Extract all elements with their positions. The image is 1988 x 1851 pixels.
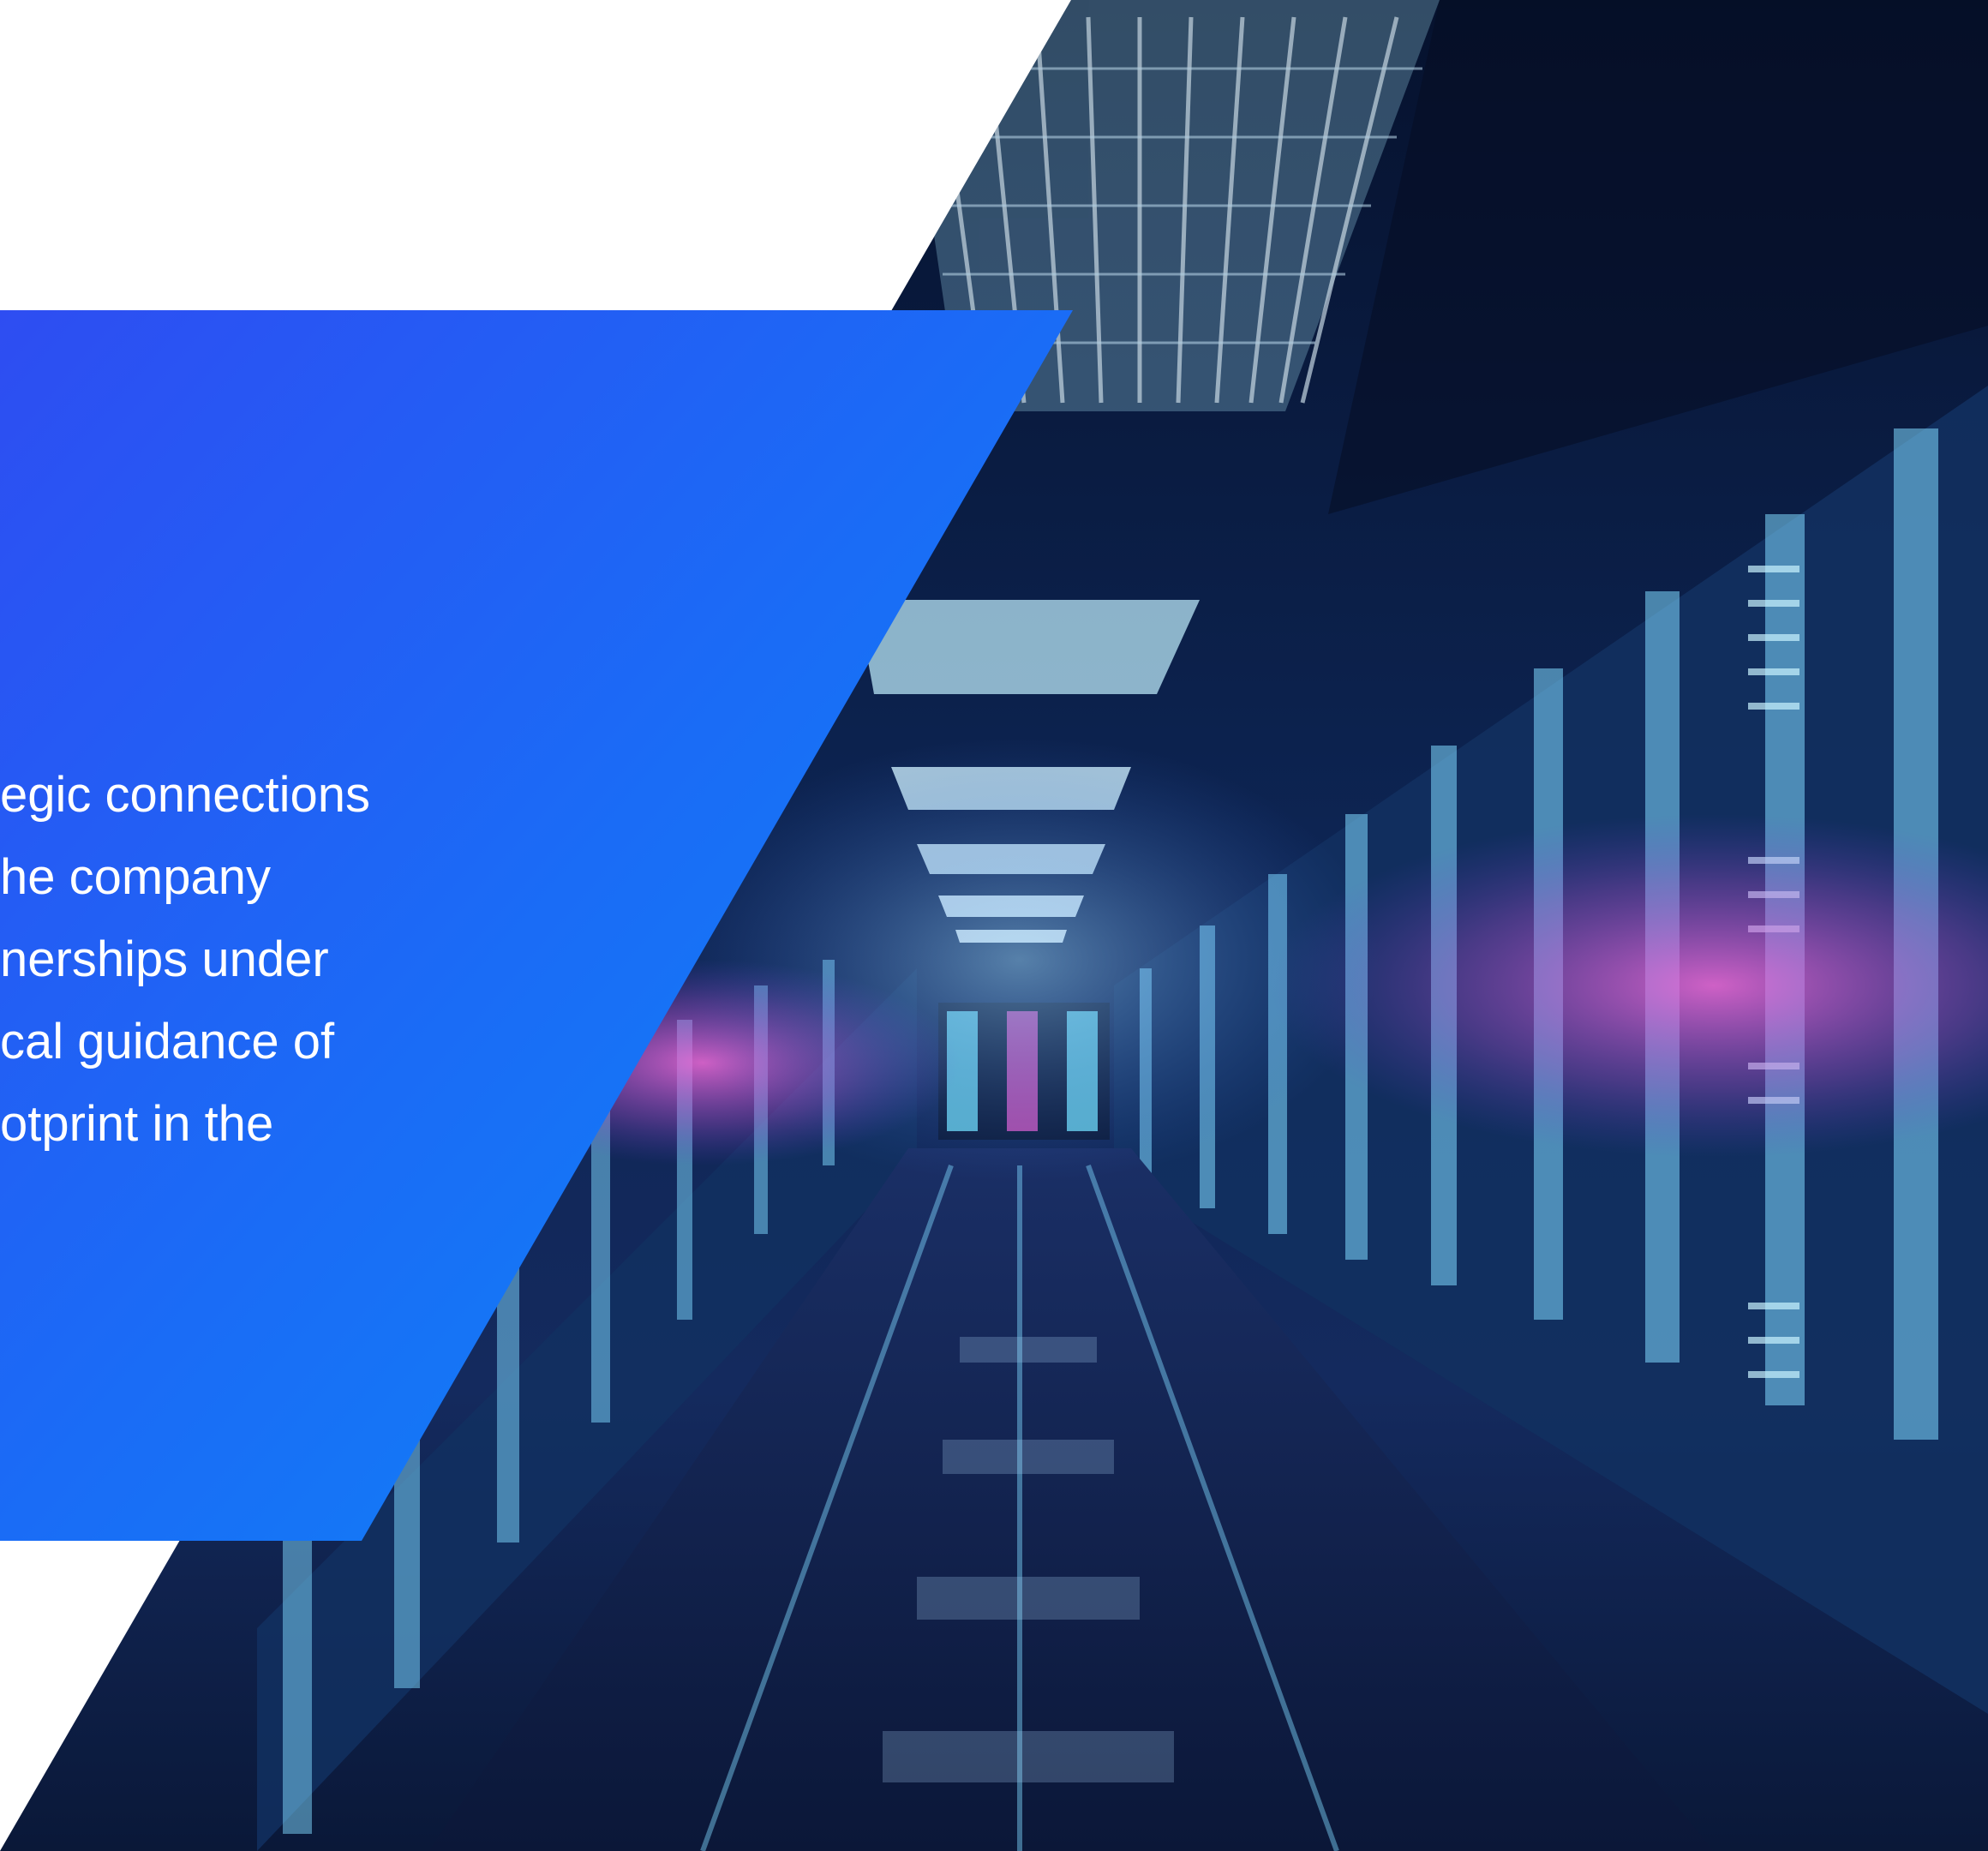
hero-text-line-3: nerships under — [0, 931, 329, 987]
hero-text-line-1: egic connections — [0, 767, 371, 823]
hero-text-line-5: otprint in the — [0, 1096, 274, 1152]
hero-text-line-2: he company — [0, 849, 271, 905]
hero-body-text: egic connections he company nerships und… — [0, 754, 446, 1165]
page: { "hero": { "text_lines": [ "egic connec… — [0, 0, 1988, 1851]
hero-text-line-4: cal guidance of — [0, 1014, 335, 1069]
